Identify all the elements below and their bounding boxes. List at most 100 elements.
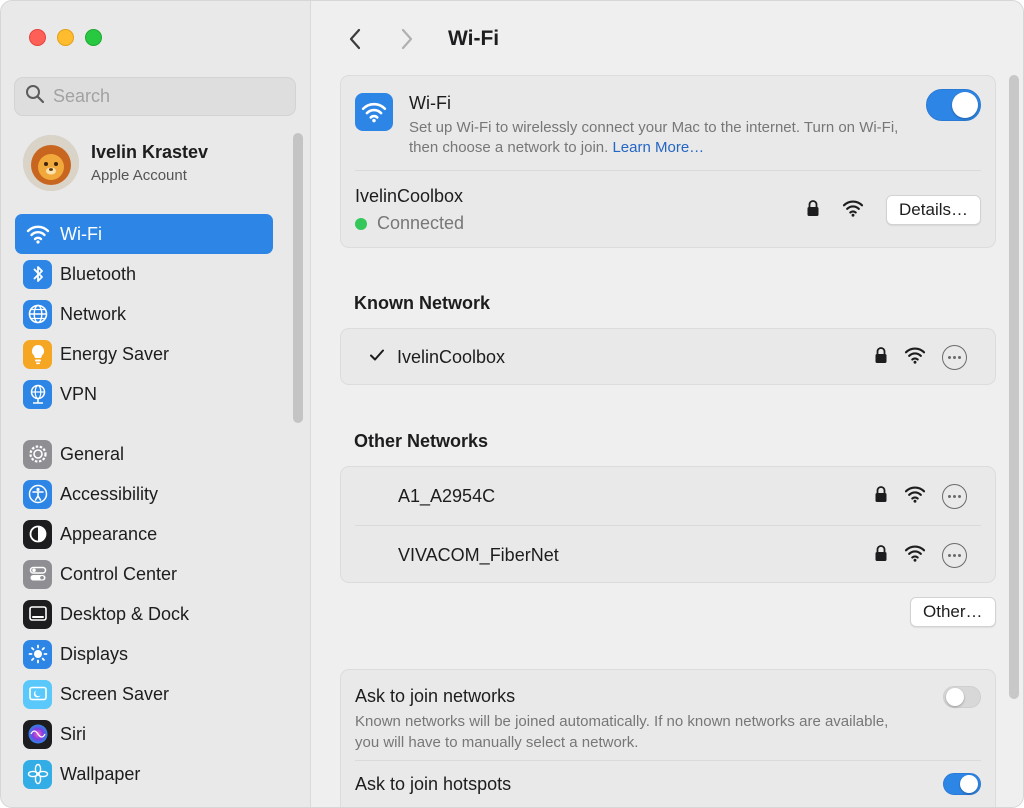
- close-window-button[interactable]: [29, 29, 46, 46]
- network-actions: [874, 483, 967, 509]
- network-actions: [874, 345, 967, 370]
- sidebar-item-accessibility[interactable]: Accessibility: [15, 474, 273, 514]
- learn-more-link[interactable]: Learn More…: [612, 139, 704, 156]
- sidebar-item-label: Screen Saver: [60, 683, 170, 704]
- minimize-window-button[interactable]: [57, 29, 74, 46]
- known-network-title: Known Network: [354, 293, 491, 313]
- settings-window: Ivelin Krastev Apple Account Wi-Fi Bluet…: [0, 0, 1024, 808]
- toolbar: Wi-Fi: [338, 19, 499, 59]
- wifi-title: Wi-Fi: [409, 93, 451, 113]
- page-title: Wi-Fi: [448, 27, 500, 50]
- sidebar-item-network[interactable]: Network: [15, 294, 273, 334]
- sidebar-item-label: Siri: [60, 723, 86, 744]
- network-name: A1_A2954C: [398, 485, 496, 506]
- sidebar-item-label: Desktop & Dock: [60, 603, 190, 624]
- known-networks-list: IvelinCoolbox: [340, 328, 996, 385]
- sidebar-item-wallpaper[interactable]: Wallpaper: [15, 754, 273, 794]
- vpn-globe-icon: [23, 379, 52, 409]
- wifi-toggle-row: Wi-Fi Set up Wi-Fi to wirelessly connect…: [341, 76, 995, 170]
- account-name: Ivelin Krastev: [91, 142, 209, 162]
- more-options-icon[interactable]: [942, 345, 967, 370]
- wifi-description: Set up Wi-Fi to wirelessly connect your …: [409, 118, 909, 158]
- search-input[interactable]: [53, 86, 283, 107]
- sidebar-item-screen-saver[interactable]: Screen Saver: [15, 674, 273, 714]
- sidebar-item-wifi[interactable]: Wi-Fi: [15, 214, 273, 254]
- more-options-icon[interactable]: [942, 542, 967, 568]
- siri-icon: [23, 719, 52, 749]
- sidebar-item-appearance[interactable]: Appearance: [15, 514, 273, 554]
- sidebar-item-label: Network: [60, 303, 127, 324]
- wifi-signal-icon: [904, 346, 926, 369]
- gear-icon: [23, 439, 52, 469]
- sidebar-item-label: Energy Saver: [60, 343, 170, 364]
- toggle-knob: [946, 688, 964, 706]
- sun-icon: [23, 639, 52, 669]
- search-field[interactable]: [14, 77, 296, 116]
- lightbulb-icon: [23, 339, 52, 369]
- sidebar-item-label: Control Center: [60, 563, 178, 584]
- sidebar-item-control-center[interactable]: Control Center: [15, 554, 273, 594]
- lion-avatar-icon: [23, 135, 79, 191]
- network-name: IvelinCoolbox: [397, 347, 506, 367]
- sidebar-item-label: Wallpaper: [60, 763, 141, 784]
- chevron-right-icon[interactable]: [390, 21, 424, 57]
- other-networks-title: Other Networks: [354, 431, 489, 451]
- sidebar-item-desktop-dock[interactable]: Desktop & Dock: [15, 594, 273, 634]
- list-item[interactable]: VIVACOM_FiberNet: [341, 526, 995, 584]
- sidebar-item-label: General: [60, 443, 125, 464]
- wifi-signal-icon: [904, 485, 926, 508]
- lock-icon: [874, 346, 888, 369]
- sidebar-item-energy-saver[interactable]: Energy Saver: [15, 334, 273, 374]
- zoom-window-button[interactable]: [85, 29, 102, 46]
- apple-account[interactable]: Ivelin Krastev Apple Account: [23, 135, 208, 191]
- dock-icon: [23, 599, 52, 629]
- wifi-icon: [23, 220, 52, 249]
- details-button[interactable]: Details…: [886, 195, 981, 225]
- wifi-signal-icon: [842, 199, 864, 222]
- sidebar-item-label: Bluetooth: [60, 263, 137, 284]
- main-scrollbar[interactable]: [1009, 75, 1019, 699]
- sidebar-item-label: VPN: [60, 383, 98, 404]
- ask-join-networks-row: Ask to join networks Known networks will…: [341, 670, 995, 760]
- current-network-row: IvelinCoolbox Connected Details…: [341, 171, 995, 249]
- network-name: VIVACOM_FiberNet: [398, 544, 559, 565]
- sidebar-item-siri[interactable]: Siri: [15, 714, 273, 754]
- chevron-left-icon[interactable]: [338, 21, 372, 57]
- ask-join-networks-label: Ask to join networks: [355, 686, 516, 706]
- sidebar-scrollbar[interactable]: [293, 133, 303, 423]
- main-pane: Wi-Fi Wi-Fi Set up Wi-Fi to wirelessly c…: [312, 1, 1023, 807]
- more-options-icon[interactable]: [942, 483, 967, 509]
- join-settings-card: Ask to join networks Known networks will…: [340, 669, 996, 807]
- search-icon: [25, 84, 45, 109]
- status-dot-icon: [355, 217, 367, 230]
- list-item[interactable]: A1_A2954C: [341, 467, 995, 525]
- toggle-knob: [960, 775, 978, 793]
- sidebar-group-network: Wi-Fi Bluetooth Network Energy Saver VPN: [15, 214, 273, 414]
- wifi-toggle[interactable]: [926, 89, 981, 121]
- flower-icon: [23, 759, 52, 789]
- lock-icon: [874, 485, 888, 508]
- sidebar-item-label: Wi-Fi: [60, 223, 102, 244]
- sidebar: Ivelin Krastev Apple Account Wi-Fi Bluet…: [1, 1, 311, 807]
- sidebar-group-system: General Accessibility Appearance Control…: [15, 434, 273, 794]
- connection-status-text: Connected: [377, 213, 465, 233]
- current-network-actions: Details…: [806, 195, 981, 225]
- ask-join-networks-toggle[interactable]: [943, 686, 981, 708]
- lock-icon: [874, 544, 888, 567]
- wifi-app-icon: [355, 93, 393, 131]
- ask-join-hotspots-label: Ask to join hotspots: [355, 773, 512, 794]
- ask-join-hotspots-toggle[interactable]: [943, 773, 981, 795]
- list-item[interactable]: IvelinCoolbox: [341, 329, 995, 386]
- control-center-icon: [23, 559, 52, 589]
- sidebar-item-general[interactable]: General: [15, 434, 273, 474]
- ask-join-hotspots-row: Ask to join hotspots: [341, 761, 995, 807]
- toggle-knob: [952, 92, 978, 118]
- globe-icon: [23, 299, 52, 329]
- sidebar-item-bluetooth[interactable]: Bluetooth: [15, 254, 273, 294]
- current-network-name: IvelinCoolbox: [355, 186, 464, 206]
- sidebar-item-vpn[interactable]: VPN: [15, 374, 273, 414]
- sidebar-item-displays[interactable]: Displays: [15, 634, 273, 674]
- wifi-signal-icon: [904, 544, 926, 567]
- ask-join-networks-description: Known networks will be joined automatica…: [355, 713, 889, 751]
- other-network-button[interactable]: Other…: [910, 597, 996, 627]
